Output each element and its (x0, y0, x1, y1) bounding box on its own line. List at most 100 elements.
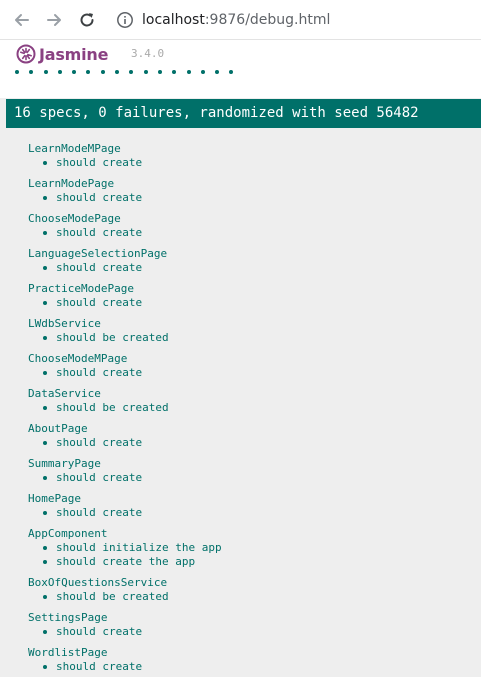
spec-description: should initialize the app (56, 541, 222, 554)
jasmine-page: Jasmine 3.4.0 16 specs, 0 failures, rand… (0, 40, 481, 677)
suite-item: LanguageSelectionPage should create (28, 247, 222, 282)
spec-item[interactable]: should create the app (28, 555, 222, 569)
suite-item: PracticeModePage should create (28, 282, 222, 317)
spec-description: should create (56, 296, 143, 309)
suite-item: ChooseModePage should create (28, 212, 222, 247)
spec-item[interactable]: should create (28, 296, 222, 310)
back-button[interactable] (11, 9, 33, 31)
spec-pass-dot[interactable] (43, 70, 48, 74)
spec-bullet-icon (43, 231, 47, 235)
logo-text: Jasmine (39, 44, 109, 64)
spec-description: should create (56, 191, 143, 204)
reload-button[interactable] (76, 9, 98, 31)
spec-pass-dot[interactable] (172, 70, 177, 74)
suite-name-link[interactable]: WordlistPage (28, 646, 222, 660)
info-icon[interactable] (116, 11, 134, 29)
spec-item[interactable]: should create (28, 660, 222, 674)
spec-item[interactable]: should create (28, 156, 222, 170)
spec-item[interactable]: should create (28, 436, 222, 450)
jasmine-logo[interactable]: Jasmine (16, 43, 108, 65)
suite-name-link[interactable]: SettingsPage (28, 611, 222, 625)
suite-item: LearnModeMPage should create (28, 142, 222, 177)
spec-result-dots (15, 70, 244, 74)
spec-pass-dot[interactable] (157, 70, 162, 74)
spec-bullet-icon (43, 336, 47, 340)
suite-item: LearnModePage should create (28, 177, 222, 212)
spec-item[interactable]: should create (28, 226, 222, 240)
reload-icon (80, 13, 94, 27)
suite-name-link[interactable]: ChooseModeMPage (28, 352, 222, 366)
spec-pass-dot[interactable] (15, 70, 19, 74)
suite-name-link[interactable]: AboutPage (28, 422, 222, 436)
spec-description: should create (56, 436, 143, 449)
suite-name-link[interactable]: HomePage (28, 492, 222, 506)
spec-results-list: LearnModeMPage should create LearnModePage… (28, 142, 222, 681)
spec-bullet-icon (43, 665, 47, 669)
suite-item: WordlistPage should create (28, 646, 222, 681)
suite-name-link[interactable]: DataService (28, 387, 222, 401)
spec-bullet-icon (43, 441, 47, 445)
spec-pass-dot[interactable] (215, 70, 220, 74)
browser-toolbar: localhost:9876/debug.html (0, 0, 481, 40)
spec-pass-dot[interactable] (186, 70, 191, 74)
suite-name-link[interactable]: BoxOfQuestionsService (28, 576, 222, 590)
spec-bullet-icon (43, 595, 47, 599)
spec-bullet-icon (43, 560, 47, 564)
suite-name-link[interactable]: ChooseModePage (28, 212, 222, 226)
jasmine-version: 3.4.0 (131, 47, 165, 60)
spec-pass-dot[interactable] (86, 70, 91, 74)
spec-description: should create (56, 261, 143, 274)
spec-item[interactable]: should create (28, 366, 222, 380)
spec-pass-dot[interactable] (72, 70, 77, 74)
suite-name-link[interactable]: LearnModeMPage (28, 142, 222, 156)
spec-description: should be created (56, 590, 169, 603)
spec-bullet-icon (43, 476, 47, 480)
spec-item[interactable]: should be created (28, 590, 222, 604)
forward-button[interactable] (43, 9, 65, 31)
suite-name-link[interactable]: LWdbService (28, 317, 222, 331)
suite-name-link[interactable]: AppComponent (28, 527, 222, 541)
suite-item: SettingsPage should create (28, 611, 222, 646)
suite-name-link[interactable]: PracticeModePage (28, 282, 222, 296)
summary-bar[interactable]: 16 specs, 0 failures, randomized with se… (6, 99, 481, 128)
spec-description: should create (56, 506, 143, 519)
spec-bullet-icon (43, 196, 47, 200)
spec-item[interactable]: should create (28, 191, 222, 205)
page-bottom (0, 677, 481, 683)
spec-bullet-icon (43, 161, 47, 165)
spec-bullet-icon (43, 406, 47, 410)
spec-item[interactable]: should create (28, 506, 222, 520)
spec-description: should create (56, 226, 143, 239)
spec-pass-dot[interactable] (143, 70, 148, 74)
spec-bullet-icon (43, 371, 47, 375)
spec-bullet-icon (43, 630, 47, 634)
spec-description: should create (56, 366, 143, 379)
suite-item: LWdbService should be created (28, 317, 222, 352)
spec-pass-dot[interactable] (100, 70, 105, 74)
spec-item[interactable]: should create (28, 261, 222, 275)
address-bar[interactable]: localhost:9876/debug.html (142, 11, 330, 29)
suite-name-link[interactable]: SummaryPage (28, 457, 222, 471)
spec-pass-dot[interactable] (129, 70, 134, 74)
spec-pass-dot[interactable] (29, 70, 34, 74)
spec-description: should create (56, 660, 143, 673)
suite-item: DataService should be created (28, 387, 222, 422)
suite-item: ChooseModeMPage should create (28, 352, 222, 387)
spec-bullet-icon (43, 266, 47, 270)
spec-item[interactable]: should be created (28, 331, 222, 345)
spec-description: should create the app (56, 555, 196, 568)
spec-description: should create (56, 625, 143, 638)
suite-name-link[interactable]: LearnModePage (28, 177, 222, 191)
spec-item[interactable]: should be created (28, 401, 222, 415)
spec-pass-dot[interactable] (229, 70, 234, 74)
spec-item[interactable]: should initialize the app (28, 541, 222, 555)
jasmine-banner: Jasmine 3.4.0 (0, 40, 481, 98)
suite-item: AboutPage should create (28, 422, 222, 457)
spec-item[interactable]: should create (28, 471, 222, 485)
suite-name-link[interactable]: LanguageSelectionPage (28, 247, 222, 261)
spec-pass-dot[interactable] (200, 70, 205, 74)
spec-pass-dot[interactable] (115, 70, 120, 74)
spec-item[interactable]: should create (28, 625, 222, 639)
spec-pass-dot[interactable] (57, 70, 62, 74)
spec-bullet-icon (43, 546, 47, 550)
